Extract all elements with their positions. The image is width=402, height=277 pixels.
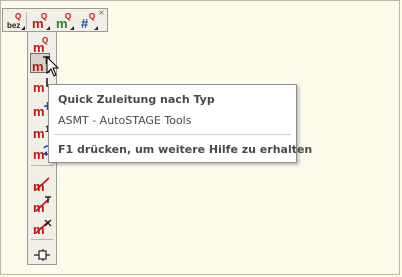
mouse-cursor-icon — [46, 56, 60, 77]
svg-text:Q: Q — [89, 12, 95, 21]
connector-icon — [34, 249, 50, 261]
m-q-label: m — [32, 16, 44, 31]
svg-text:m: m — [33, 104, 45, 119]
hash-q-button[interactable]: Q # — [78, 10, 98, 31]
m-strike-t-icon: m — [33, 196, 51, 215]
connector-button[interactable] — [31, 244, 51, 264]
tooltip-subtitle: ASMT - AutoSTAGE Tools — [58, 114, 192, 127]
tooltip-title: Quick Zuleitung nach Typ — [58, 93, 215, 106]
m-q-green-icon: Q m — [56, 12, 74, 31]
m-q-green-label: m — [56, 16, 68, 31]
m-strike-t-button[interactable]: m — [31, 194, 51, 215]
toolbar-separator — [31, 165, 53, 166]
m-strike-icon: m — [33, 177, 50, 194]
tooltip-divider — [54, 134, 291, 135]
hash-q-label: # — [81, 16, 89, 31]
bez-label-icon: Q bez — [7, 12, 25, 30]
m-q-green-button[interactable]: Q m — [54, 10, 74, 31]
svg-text:Q: Q — [15, 12, 21, 21]
m-q-button[interactable]: Q m — [30, 10, 50, 31]
m-strike-button[interactable]: m — [31, 173, 51, 194]
tooltip: Quick Zuleitung nach Typ ASMT - AutoSTAG… — [48, 84, 312, 163]
m-q-button[interactable]: Q m — [31, 34, 51, 55]
m-q-icon: Q m — [33, 36, 48, 55]
hash-q-icon: Q # — [81, 12, 98, 31]
svg-text:m: m — [33, 147, 45, 162]
bez-label-text: bez — [7, 21, 20, 30]
svg-text:m: m — [32, 59, 44, 74]
toolbar-separator — [26, 12, 27, 29]
m-q-icon: Q m — [32, 12, 50, 31]
m-strike-x-button[interactable]: m — [31, 216, 52, 237]
svg-text:m: m — [33, 126, 45, 141]
svg-text:m: m — [33, 80, 45, 95]
tooltip-help-text: F1 drücken, um weitere Hilfe zu erhalten — [58, 143, 313, 156]
m-strike-x-icon: m — [33, 219, 52, 237]
bez-label-button[interactable]: Q bez — [5, 10, 25, 30]
toolbar-separator — [31, 239, 53, 240]
horizontal-toolbar: × Q bez Q m Q m Q # — [2, 8, 108, 32]
